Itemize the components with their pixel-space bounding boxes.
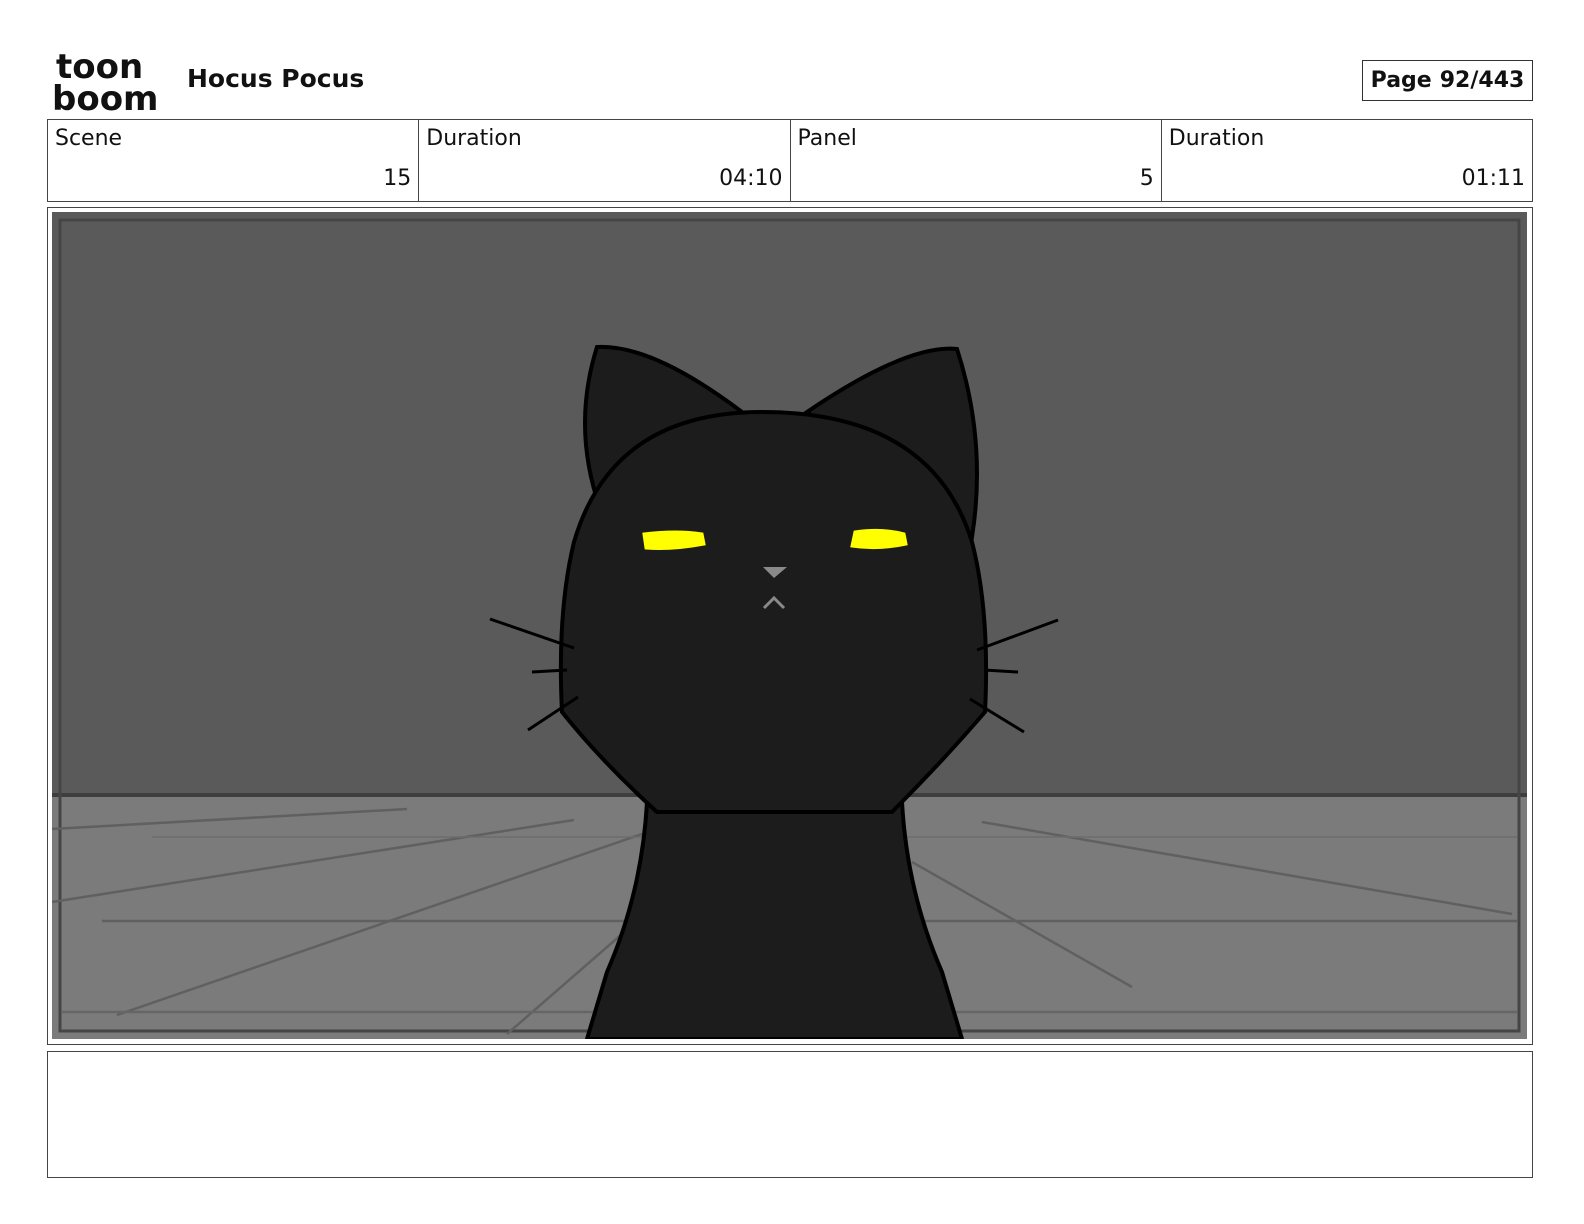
page-indicator: Page 92/443 bbox=[1362, 60, 1533, 101]
panel-label: Panel bbox=[797, 126, 857, 151]
toonboom-logo: toon boom bbox=[52, 50, 158, 112]
panel-duration-value: 01:11 bbox=[1461, 166, 1525, 191]
project-title: Hocus Pocus bbox=[187, 64, 365, 93]
scene-value: 15 bbox=[383, 166, 412, 191]
cat-right-eye bbox=[850, 528, 908, 550]
page-label: Page bbox=[1370, 68, 1432, 93]
cat-left-eye bbox=[642, 530, 706, 550]
panel-duration-label: Duration bbox=[1168, 126, 1265, 151]
panel-info-table: Scene 15 Duration 04:10 Panel 5 Duration… bbox=[47, 119, 1533, 202]
scene-duration-value: 04:10 bbox=[719, 166, 783, 191]
scene-label: Scene bbox=[55, 126, 123, 151]
panel-cell: Panel 5 bbox=[791, 120, 1162, 201]
cat-head bbox=[558, 409, 989, 814]
panel-duration-cell: Duration 01:11 bbox=[1162, 120, 1532, 201]
scene-duration-cell: Duration 04:10 bbox=[419, 120, 791, 201]
cat-body bbox=[584, 800, 965, 1039]
panel-notes bbox=[47, 1051, 1533, 1178]
page-number: 92/443 bbox=[1439, 68, 1525, 93]
panel-value: 5 bbox=[1139, 166, 1154, 191]
storyboard-panel bbox=[47, 207, 1533, 1045]
scene-duration-label: Duration bbox=[426, 126, 522, 151]
scene-cell: Scene 15 bbox=[48, 120, 420, 201]
logo-line2: boom bbox=[52, 79, 158, 112]
panel-drawing bbox=[52, 212, 1527, 1039]
